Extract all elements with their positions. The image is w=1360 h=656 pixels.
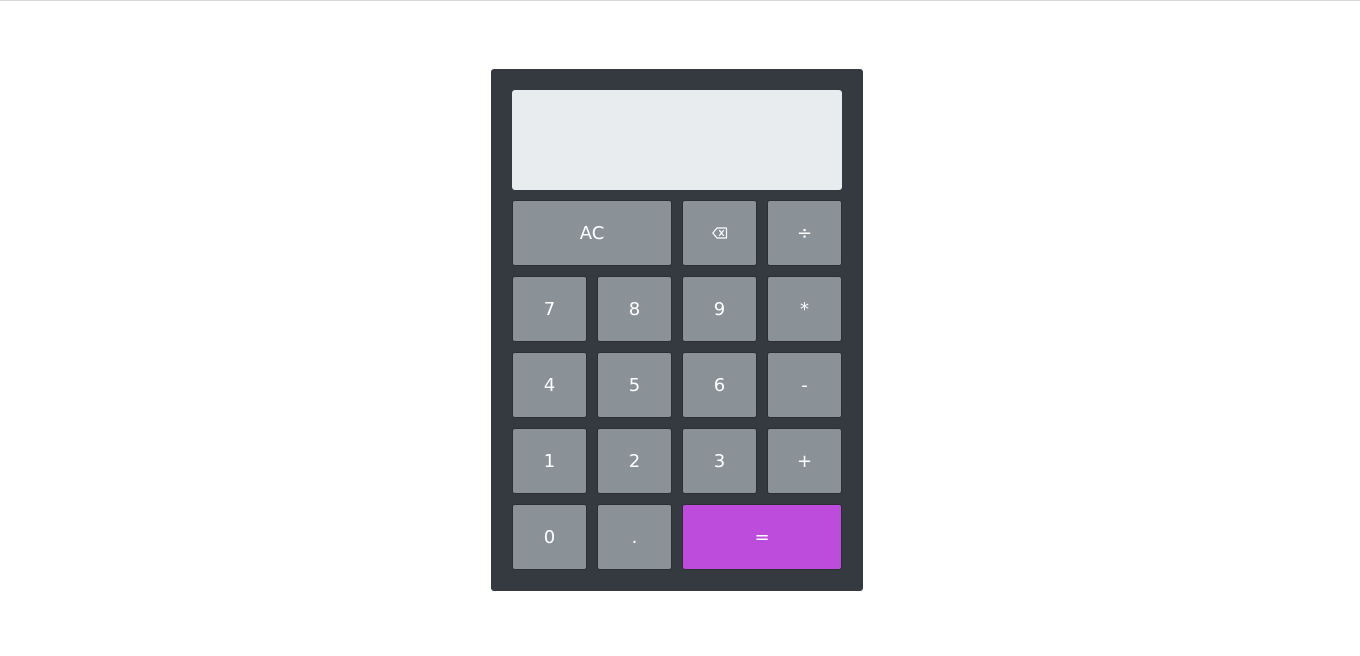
digit-2-button[interactable]: 2 (597, 428, 672, 494)
page-top-divider (0, 0, 1360, 1)
divide-button[interactable]: ÷ (767, 200, 842, 266)
digit-1-button[interactable]: 1 (512, 428, 587, 494)
backspace-icon (711, 227, 728, 239)
decimal-button[interactable]: . (597, 504, 672, 570)
digit-7-button[interactable]: 7 (512, 276, 587, 342)
backspace-button[interactable] (682, 200, 757, 266)
digit-4-button[interactable]: 4 (512, 352, 587, 418)
digit-8-button[interactable]: 8 (597, 276, 672, 342)
digit-5-button[interactable]: 5 (597, 352, 672, 418)
digit-6-button[interactable]: 6 (682, 352, 757, 418)
clear-button[interactable]: AC (512, 200, 672, 266)
digit-9-button[interactable]: 9 (682, 276, 757, 342)
multiply-button[interactable]: * (767, 276, 842, 342)
digit-3-button[interactable]: 3 (682, 428, 757, 494)
calculator: AC ÷ 7 8 9 * 4 5 6 - 1 2 3 + 0 . = (491, 69, 863, 591)
equals-button[interactable]: = (682, 504, 842, 570)
calculator-display (512, 90, 842, 190)
digit-0-button[interactable]: 0 (512, 504, 587, 570)
add-button[interactable]: + (767, 428, 842, 494)
subtract-button[interactable]: - (767, 352, 842, 418)
